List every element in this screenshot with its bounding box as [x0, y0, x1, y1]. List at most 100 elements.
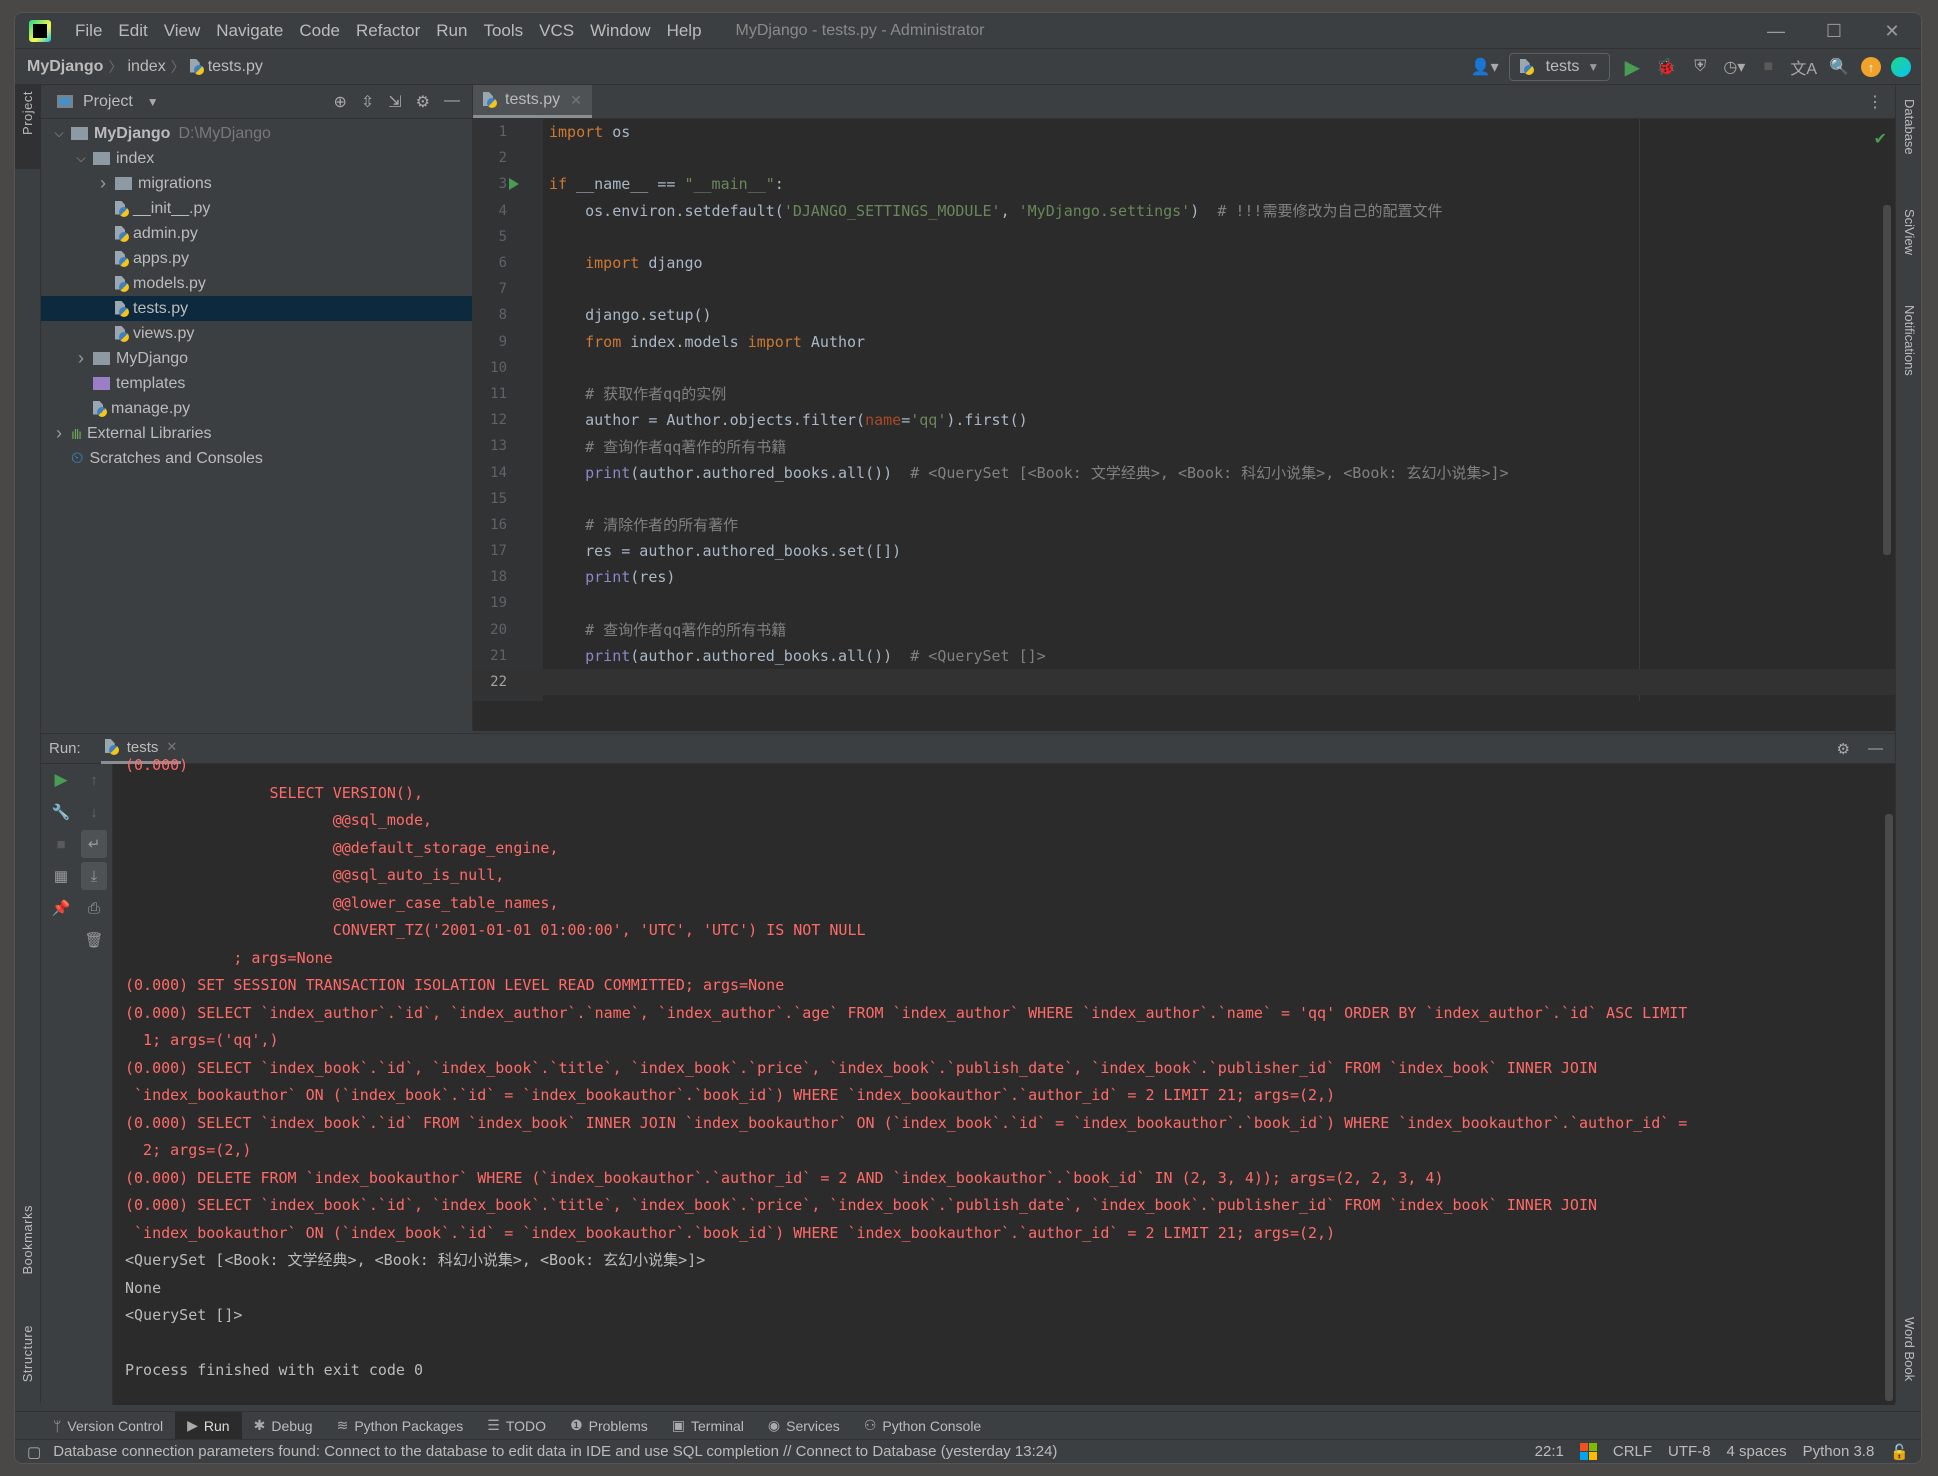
menu-navigate[interactable]: Navigate	[208, 21, 291, 41]
code-line[interactable]: 1 import os	[473, 119, 1895, 145]
line-separator[interactable]: CRLF	[1613, 1443, 1652, 1460]
tool-window-problems[interactable]: ❶ Problems	[558, 1412, 660, 1440]
code-line[interactable]: 6 import django	[473, 250, 1895, 276]
indent-setting[interactable]: 4 spaces	[1727, 1443, 1787, 1460]
tree-item[interactable]: ⌵ MyDjango D:\MyDjango	[41, 121, 472, 146]
code-line[interactable]: 19	[473, 590, 1895, 616]
tool-window-terminal[interactable]: ▣ Terminal	[660, 1412, 756, 1440]
debug-icon[interactable]: 🐞	[1654, 54, 1678, 80]
database-stripe-button[interactable]: Database	[1902, 99, 1917, 155]
bookmarks-stripe-button[interactable]: Bookmarks	[20, 1205, 35, 1275]
locate-icon[interactable]: ⊕	[333, 92, 346, 112]
run-icon[interactable]: ▶	[1620, 54, 1644, 80]
code-line[interactable]: 15	[473, 486, 1895, 512]
code-line[interactable]: 9 from index.models import Author	[473, 329, 1895, 355]
down-arrow-icon[interactable]: ↓	[90, 796, 98, 828]
menu-vcs[interactable]: VCS	[531, 21, 582, 41]
tool-window-run[interactable]: ▶ Run	[175, 1411, 242, 1440]
chevron-down-icon[interactable]: ⌵	[73, 151, 89, 166]
code-line[interactable]: 11 # 获取作者qq的实例	[473, 381, 1895, 407]
pin-icon[interactable]: 📌	[52, 892, 71, 924]
status-message[interactable]: Database connection parameters found: Co…	[53, 1443, 1057, 1460]
toggle-tool-windows-icon[interactable]: ▢	[27, 1443, 41, 1461]
breadcrumb-folder[interactable]: index	[127, 58, 165, 76]
code-line[interactable]: 10	[473, 355, 1895, 381]
console-scrollbar[interactable]	[1885, 814, 1893, 1401]
tree-item[interactable]: tests.py	[41, 296, 472, 321]
code-line[interactable]: 20 # 查询作者qq著作的所有书籍	[473, 617, 1895, 643]
chevron-down-icon[interactable]: ⌵	[51, 126, 67, 141]
wrench-icon[interactable]: 🔧	[52, 796, 71, 828]
translate-icon[interactable]: 文A	[1790, 54, 1817, 80]
run-gutter-icon[interactable]	[509, 178, 519, 191]
maximize-button[interactable]: ☐	[1805, 13, 1863, 49]
menu-refactor[interactable]: Refactor	[348, 21, 428, 41]
interpreter[interactable]: Python 3.8	[1803, 1443, 1875, 1460]
tree-item[interactable]: apps.py	[41, 246, 472, 271]
menu-tools[interactable]: Tools	[475, 21, 531, 41]
stop-icon[interactable]: ■	[56, 828, 65, 860]
search-icon[interactable]: 🔍	[1827, 54, 1851, 80]
run-config-select[interactable]: tests ▼	[1508, 53, 1611, 81]
code-line[interactable]: 7	[473, 276, 1895, 302]
tree-item[interactable]: __init__.py	[41, 196, 472, 221]
tool-window-services[interactable]: ◉ Services	[756, 1412, 852, 1440]
code-line[interactable]: 5	[473, 224, 1895, 250]
code-area[interactable]: 1 import os 2 3 if __name__ == "__main__": 4 …	[473, 119, 1895, 731]
chevron-right-icon[interactable]: ›	[73, 348, 89, 369]
scroll-to-end-icon[interactable]: ⤓	[81, 862, 107, 890]
collapse-all-icon[interactable]: ⇲	[388, 92, 401, 112]
tree-item[interactable]: admin.py	[41, 221, 472, 246]
tree-item[interactable]: manage.py	[41, 396, 472, 421]
menu-view[interactable]: View	[156, 21, 209, 41]
code-line[interactable]: 14 print(author.authored_books.all()) # …	[473, 459, 1895, 485]
tool-window-python-packages[interactable]: ≋ Python Packages	[325, 1412, 476, 1440]
chevron-right-icon[interactable]: ›	[51, 423, 67, 444]
tool-window-python-console[interactable]: ⚇ Python Console	[852, 1412, 993, 1440]
tab-tests-py[interactable]: tests.py ✕	[473, 85, 592, 118]
editor-scrollbar[interactable]	[1883, 205, 1891, 555]
notifications-stripe-button[interactable]: Notifications	[1902, 305, 1917, 376]
update-icon[interactable]: ↑	[1861, 57, 1881, 77]
user-icon[interactable]: 👤▾	[1471, 54, 1499, 80]
menu-code[interactable]: Code	[291, 21, 348, 41]
wordbook-stripe-button[interactable]: Word Book	[1902, 1317, 1917, 1381]
project-view-select[interactable]: Project	[83, 93, 133, 111]
console-output[interactable]: (0.000) SELECT VERSION(), @@sql_mode, @@…	[125, 752, 1881, 1405]
stop-icon[interactable]: ■	[1756, 54, 1780, 80]
caret-position[interactable]: 22:1	[1535, 1443, 1564, 1460]
tree-item[interactable]: › ıllı External Libraries	[41, 421, 472, 446]
breadcrumb-project[interactable]: MyDjango	[27, 58, 103, 76]
structure-stripe-button[interactable]: Structure	[20, 1325, 35, 1382]
rerun-icon[interactable]: ▶	[54, 764, 67, 796]
tree-item[interactable]: templates	[41, 371, 472, 396]
menu-run[interactable]: Run	[428, 21, 475, 41]
minimize-button[interactable]: —	[1747, 13, 1805, 49]
trash-icon[interactable]: 🗑	[84, 924, 103, 956]
chevron-right-icon[interactable]: ›	[95, 173, 111, 194]
menu-edit[interactable]: Edit	[110, 21, 155, 41]
sciview-stripe-button[interactable]: SciView	[1902, 209, 1917, 255]
code-line[interactable]: 12 author = Author.objects.filter(name='…	[473, 407, 1895, 433]
soft-wrap-icon[interactable]: ↵	[81, 830, 107, 858]
code-line[interactable]: 21 print(author.authored_books.all()) # …	[473, 643, 1895, 669]
breadcrumb-file[interactable]: tests.py	[208, 58, 263, 76]
menu-window[interactable]: Window	[582, 21, 658, 41]
code-line[interactable]: 13 # 查询作者qq著作的所有书籍	[473, 433, 1895, 459]
code-line[interactable]: 22	[473, 668, 1895, 696]
code-line[interactable]: 3 if __name__ == "__main__":	[473, 171, 1895, 197]
project-stripe-button[interactable]: Project	[15, 85, 41, 169]
tree-item[interactable]: views.py	[41, 321, 472, 346]
tree-item[interactable]: ⌵ index	[41, 146, 472, 171]
lock-icon[interactable]: 🔓	[1890, 1443, 1909, 1461]
code-line[interactable]: 4 os.environ.setdefault('DJANGO_SETTINGS…	[473, 198, 1895, 224]
coverage-icon[interactable]: ⛨	[1688, 54, 1712, 80]
print-icon[interactable]: ⎙	[88, 892, 100, 924]
expand-all-icon[interactable]: ⇳	[361, 92, 374, 112]
code-line[interactable]: 8 django.setup()	[473, 302, 1895, 328]
code-line[interactable]: 18 print(res)	[473, 564, 1895, 590]
close-button[interactable]: ✕	[1863, 13, 1921, 49]
layout-icon[interactable]: ▦	[54, 860, 68, 892]
chevron-down-icon[interactable]: ▼	[147, 95, 159, 109]
close-tab-icon[interactable]: ✕	[570, 92, 582, 109]
